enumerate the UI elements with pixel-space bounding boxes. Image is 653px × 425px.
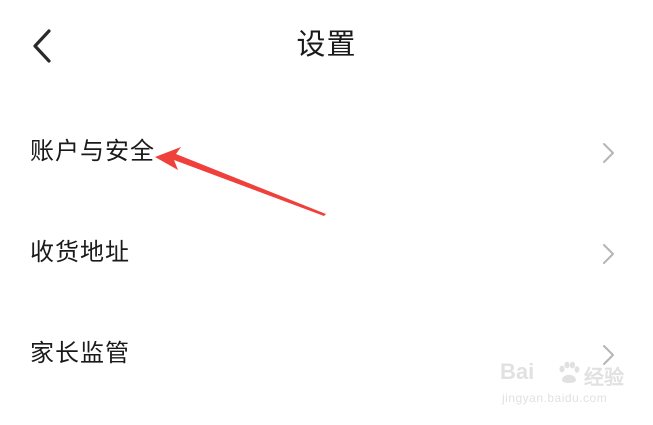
menu-item-parental-control[interactable]: 家长监管 [0,305,653,406]
page-title: 设置 [296,27,357,61]
chevron-right-icon [603,244,614,264]
chevron-right-icon [603,143,614,163]
settings-menu: 账户与安全 收货地址 家长监管 [0,103,653,406]
top-nav-bar: 设置 [0,0,653,90]
menu-item-label: 家长监管 [30,339,130,367]
menu-item-account-security[interactable]: 账户与安全 [0,103,653,204]
menu-item-label: 收货地址 [30,238,130,266]
chevron-right-icon [603,345,614,365]
menu-item-shipping-address[interactable]: 收货地址 [0,204,653,305]
menu-item-label: 账户与安全 [30,137,155,165]
